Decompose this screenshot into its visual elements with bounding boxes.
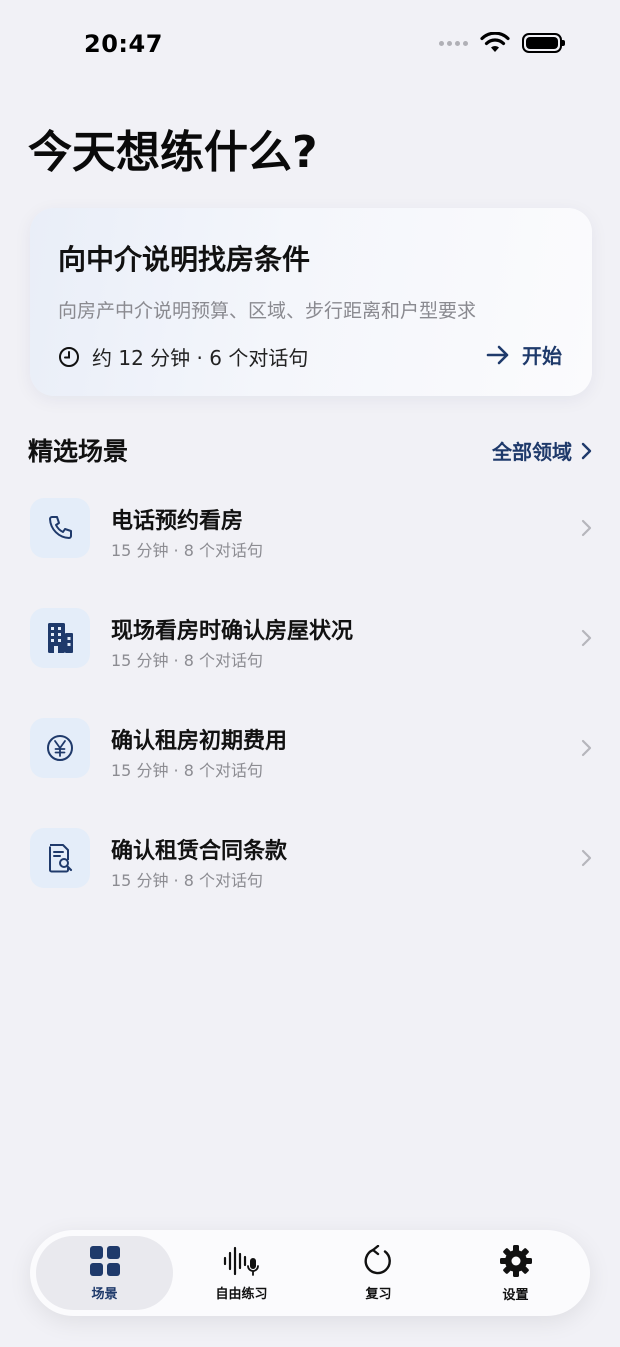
chevron-right-icon <box>581 739 592 757</box>
featured-meta: 约 12 分钟 · 6 个对话句 <box>58 342 308 371</box>
chevron-right-icon <box>581 849 592 867</box>
tab-label: 复习 <box>365 1286 392 1302</box>
all-domains-label: 全部领域 <box>492 440 572 464</box>
building-icon <box>30 608 90 668</box>
start-button[interactable]: 开始 <box>486 340 562 369</box>
tab-label: 设置 <box>502 1287 529 1303</box>
yen-icon <box>30 718 90 778</box>
all-domains-link[interactable]: 全部领域 <box>492 436 592 465</box>
section-title: 精选场景 <box>28 437 129 466</box>
gear-icon <box>499 1244 532 1277</box>
status-icons <box>439 32 565 54</box>
featured-meta-text: 约 12 分钟 · 6 个对话句 <box>92 346 309 370</box>
cellular-signal-icon <box>439 40 468 46</box>
featured-title: 向中介说明找房条件 <box>58 243 311 276</box>
scenario-meta: 15 分钟 · 8 个对话句 <box>111 651 263 670</box>
list-item[interactable]: 现场看房时确认房屋状况 15 分钟 · 8 个对话句 <box>0 590 620 700</box>
featured-description: 向房产中介说明预算、区域、步行距离和户型要求 <box>58 300 477 322</box>
tab-review[interactable]: 复习 <box>310 1236 447 1310</box>
tab-label: 自由练习 <box>215 1286 268 1302</box>
tab-settings[interactable]: 设置 <box>447 1236 584 1310</box>
featured-scenario-card[interactable]: 向中介说明找房条件 向房产中介说明预算、区域、步行距离和户型要求 约 12 分钟… <box>30 208 592 396</box>
list-item[interactable]: 确认租赁合同条款 15 分钟 · 8 个对话句 <box>0 810 620 920</box>
grid-icon <box>89 1245 120 1276</box>
scenario-title: 确认租赁合同条款 <box>111 839 288 864</box>
refresh-icon <box>364 1244 391 1274</box>
status-time: 20:47 <box>84 30 163 58</box>
list-item[interactable]: 确认租房初期费用 15 分钟 · 8 个对话句 <box>0 700 620 810</box>
tab-free-practice[interactable]: 自由练习 <box>173 1236 310 1310</box>
page-title: 今天想练什么? <box>28 127 318 178</box>
scenario-meta: 15 分钟 · 8 个对话句 <box>111 871 263 890</box>
clock-icon <box>59 346 79 367</box>
start-label: 开始 <box>522 344 562 368</box>
scenario-list: 电话预约看房 15 分钟 · 8 个对话句 现场看房时确认房屋状况 15 分钟 … <box>0 480 620 920</box>
phone-icon <box>30 498 90 558</box>
wifi-icon <box>480 32 510 52</box>
scenario-title: 确认租房初期费用 <box>111 729 288 754</box>
waveform-mic-icon <box>223 1246 259 1276</box>
tab-scenes[interactable]: 场景 <box>36 1236 173 1310</box>
app-screen: 20:47 今天想练什么? 向中介说明找房条件 向房产中介说明预算、区域、步行距… <box>0 0 620 1347</box>
tab-bar: 场景 自由练习 复习 设置 <box>30 1230 590 1316</box>
chevron-right-icon <box>581 442 592 459</box>
list-item[interactable]: 电话预约看房 15 分钟 · 8 个对话句 <box>0 480 620 590</box>
scenario-meta: 15 分钟 · 8 个对话句 <box>111 541 263 560</box>
scenario-meta: 15 分钟 · 8 个对话句 <box>111 761 263 780</box>
document-search-icon <box>30 828 90 888</box>
scenario-title: 电话预约看房 <box>111 509 244 534</box>
arrow-right-icon <box>486 345 509 364</box>
chevron-right-icon <box>581 519 592 537</box>
scenario-title: 现场看房时确认房屋状况 <box>111 619 354 644</box>
chevron-right-icon <box>581 629 592 647</box>
battery-icon <box>522 33 565 53</box>
tab-label: 场景 <box>91 1286 118 1302</box>
